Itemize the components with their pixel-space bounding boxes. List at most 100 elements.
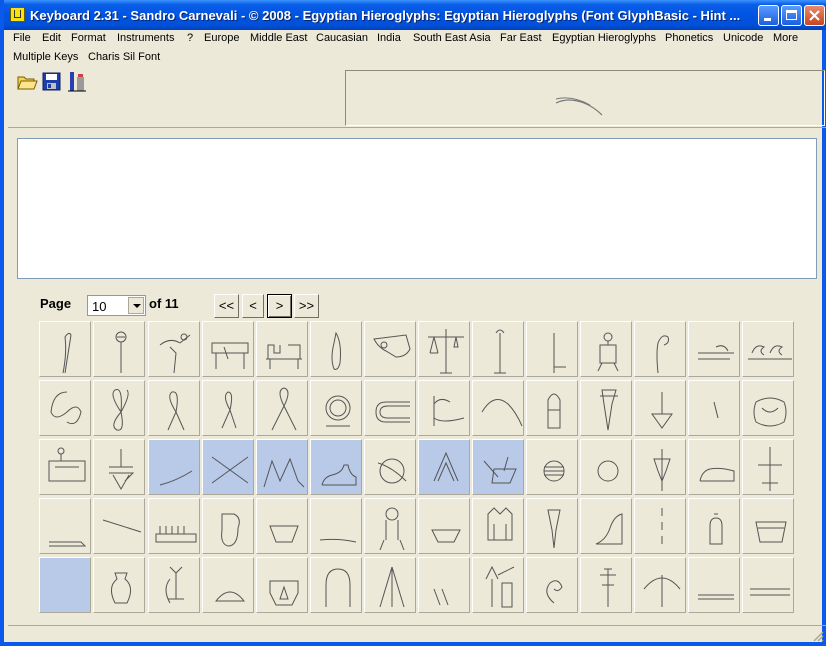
hieroglyph-key[interactable] (418, 557, 470, 613)
hieroglyph-key[interactable] (93, 557, 145, 613)
hieroglyph-key[interactable] (742, 321, 794, 377)
hieroglyph-key[interactable] (580, 557, 632, 613)
hieroglyph-key[interactable] (202, 321, 254, 377)
prev-page-button[interactable]: < (242, 294, 264, 318)
hieroglyph-key[interactable] (688, 557, 740, 613)
font-tool-icon[interactable] (66, 71, 88, 93)
hieroglyph-key[interactable] (148, 439, 200, 495)
hieroglyph-key[interactable] (310, 380, 362, 436)
hieroglyph-key[interactable] (39, 380, 91, 436)
menu-middle-east[interactable]: Middle East (250, 32, 307, 44)
close-button[interactable] (804, 5, 825, 26)
save-disk-icon[interactable] (41, 71, 63, 93)
hieroglyph-key[interactable] (688, 380, 740, 436)
menu-far-east[interactable]: Far East (500, 32, 542, 44)
hieroglyph-key[interactable] (634, 557, 686, 613)
title-bar[interactable]: Keyboard 2.31 - Sandro Carnevali - © 200… (4, 0, 826, 30)
menu-multiple-keys[interactable]: Multiple Keys (13, 51, 78, 63)
hieroglyph-key[interactable] (256, 498, 308, 554)
hieroglyph-key[interactable] (418, 380, 470, 436)
hieroglyph-key[interactable] (742, 439, 794, 495)
hieroglyph-key[interactable] (472, 321, 524, 377)
hieroglyph-key[interactable] (580, 380, 632, 436)
hieroglyph-key[interactable] (148, 321, 200, 377)
menu-more[interactable]: More (773, 32, 798, 44)
menu-help[interactable]: ? (187, 32, 193, 44)
menu-south-east-asia[interactable]: South East Asia (413, 32, 491, 44)
menu-india[interactable]: India (377, 32, 401, 44)
keyboard-app-icon[interactable] (10, 7, 25, 22)
hieroglyph-key[interactable] (202, 557, 254, 613)
hieroglyph-key[interactable] (364, 380, 416, 436)
menu-format[interactable]: Format (71, 32, 106, 44)
hieroglyph-key[interactable] (742, 380, 794, 436)
hieroglyph-key[interactable] (526, 380, 578, 436)
hieroglyph-key[interactable] (256, 321, 308, 377)
hieroglyph-key[interactable] (472, 498, 524, 554)
hieroglyph-key[interactable] (39, 321, 91, 377)
hieroglyph-key[interactable] (634, 321, 686, 377)
menu-caucasian[interactable]: Caucasian (316, 32, 368, 44)
hieroglyph-key[interactable] (310, 557, 362, 613)
hieroglyph-key[interactable] (310, 321, 362, 377)
menu-edit[interactable]: Edit (42, 32, 61, 44)
hieroglyph-key[interactable] (202, 380, 254, 436)
menu-egyptian-hieroglyphs[interactable]: Egyptian Hieroglyphs (552, 32, 656, 44)
hieroglyph-key[interactable] (472, 439, 524, 495)
minimize-button[interactable] (758, 5, 779, 26)
hieroglyph-key[interactable] (202, 498, 254, 554)
hieroglyph-key[interactable] (364, 498, 416, 554)
text-input-area[interactable] (17, 138, 817, 279)
hieroglyph-key[interactable] (256, 557, 308, 613)
hieroglyph-key[interactable] (256, 380, 308, 436)
hieroglyph-key[interactable] (256, 439, 308, 495)
menu-instruments[interactable]: Instruments (117, 32, 174, 44)
open-folder-icon[interactable] (16, 71, 38, 93)
hieroglyph-key[interactable] (580, 439, 632, 495)
last-page-button[interactable]: >> (294, 294, 319, 318)
menu-europe[interactable]: Europe (204, 32, 239, 44)
hieroglyph-key[interactable] (39, 557, 91, 613)
hieroglyph-key[interactable] (364, 557, 416, 613)
hieroglyph-key[interactable] (39, 439, 91, 495)
maximize-button[interactable] (781, 5, 802, 26)
hieroglyph-key[interactable] (93, 498, 145, 554)
hieroglyph-key[interactable] (742, 498, 794, 554)
hieroglyph-key[interactable] (688, 321, 740, 377)
hieroglyph-key[interactable] (742, 557, 794, 613)
menu-file[interactable]: File (13, 32, 31, 44)
hieroglyph-key[interactable] (634, 439, 686, 495)
hieroglyph-key[interactable] (418, 498, 470, 554)
hieroglyph-key[interactable] (688, 439, 740, 495)
hieroglyph-key[interactable] (580, 321, 632, 377)
hieroglyph-key[interactable] (472, 380, 524, 436)
hieroglyph-key[interactable] (93, 380, 145, 436)
hieroglyph-key[interactable] (526, 439, 578, 495)
hieroglyph-key[interactable] (580, 498, 632, 554)
hieroglyph-key[interactable] (93, 439, 145, 495)
hieroglyph-key[interactable] (202, 439, 254, 495)
menu-charis-sil-font[interactable]: Charis Sil Font (88, 51, 160, 63)
hieroglyph-key[interactable] (310, 498, 362, 554)
hieroglyph-key[interactable] (310, 439, 362, 495)
hieroglyph-key[interactable] (148, 498, 200, 554)
next-page-button[interactable]: > (267, 294, 292, 318)
resize-grip-icon[interactable] (812, 630, 824, 642)
hieroglyph-key[interactable] (39, 498, 91, 554)
hieroglyph-key[interactable] (364, 439, 416, 495)
hieroglyph-key[interactable] (364, 321, 416, 377)
hieroglyph-key[interactable] (688, 498, 740, 554)
page-select[interactable]: 10 (87, 295, 146, 316)
menu-phonetics[interactable]: Phonetics (665, 32, 713, 44)
chevron-down-icon[interactable] (128, 297, 144, 314)
hieroglyph-key[interactable] (634, 498, 686, 554)
hieroglyph-key[interactable] (526, 557, 578, 613)
first-page-button[interactable]: << (214, 294, 239, 318)
menu-unicode[interactable]: Unicode (723, 32, 763, 44)
hieroglyph-key[interactable] (526, 321, 578, 377)
hieroglyph-key[interactable] (93, 321, 145, 377)
hieroglyph-key[interactable] (418, 439, 470, 495)
hieroglyph-key[interactable] (148, 380, 200, 436)
hieroglyph-key[interactable] (418, 321, 470, 377)
hieroglyph-key[interactable] (634, 380, 686, 436)
